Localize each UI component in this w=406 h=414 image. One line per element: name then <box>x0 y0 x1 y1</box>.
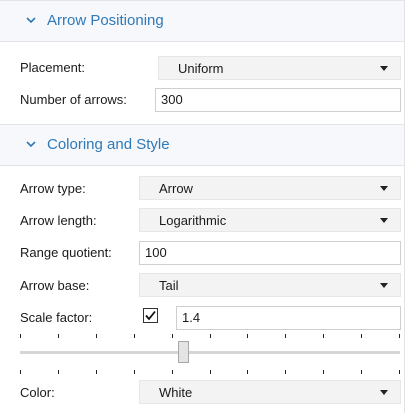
arrow-base-value: Tail <box>159 278 179 293</box>
section-title: Coloring and Style <box>47 136 170 153</box>
slider-tick <box>361 370 362 374</box>
range-quotient-label: Range quotient: <box>20 245 112 260</box>
number-of-arrows-input[interactable]: 300 <box>155 88 401 112</box>
slider-tick <box>20 334 21 338</box>
slider-tick <box>20 370 21 374</box>
chevron-down-icon <box>26 17 36 24</box>
arrow-length-value: Logarithmic <box>159 213 227 228</box>
arrow-base-dropdown[interactable]: Tail <box>139 273 401 297</box>
slider-tick <box>247 370 248 374</box>
slider-tick <box>285 370 286 374</box>
dropdown-arrow-icon <box>380 218 388 223</box>
placement-label: Placement: <box>20 60 86 75</box>
section-header-coloring-and-style[interactable]: Coloring and Style <box>0 124 404 166</box>
dropdown-arrow-icon <box>380 390 388 395</box>
dropdown-arrow-icon <box>380 66 388 71</box>
slider-tick <box>134 370 135 374</box>
slider-tick <box>323 370 324 374</box>
scale-factor-label: Scale factor: <box>20 310 93 325</box>
scale-slider-track[interactable] <box>20 351 400 354</box>
slider-tick <box>58 370 59 374</box>
section-header-arrow-positioning[interactable]: Arrow Positioning <box>0 0 404 42</box>
slider-tick <box>399 370 400 374</box>
range-quotient-input[interactable]: 100 <box>139 241 401 265</box>
slider-tick <box>210 370 211 374</box>
arrow-length-dropdown[interactable]: Logarithmic <box>139 208 401 232</box>
slider-tick <box>210 334 211 338</box>
slider-tick <box>172 334 173 338</box>
scale-factor-input[interactable]: 1.4 <box>176 306 401 330</box>
chevron-down-icon <box>26 141 36 148</box>
slider-tick <box>399 334 400 338</box>
number-of-arrows-label: Number of arrows: <box>20 92 127 107</box>
color-value: White <box>159 385 193 400</box>
arrow-type-value: Arrow <box>159 181 193 196</box>
slider-tick <box>96 334 97 338</box>
slider-ticks-top <box>20 334 400 339</box>
dropdown-arrow-icon <box>380 283 388 288</box>
settings-panel: Arrow Positioning Placement: Uniform Num… <box>0 0 405 413</box>
slider-tick <box>96 370 97 374</box>
scale-factor-checkbox[interactable] <box>143 308 158 323</box>
slider-tick <box>323 334 324 338</box>
placement-dropdown[interactable]: Uniform <box>158 56 401 80</box>
slider-tick <box>58 334 59 338</box>
slider-tick <box>361 334 362 338</box>
arrow-length-label: Arrow length: <box>20 213 97 228</box>
scale-slider-thumb[interactable] <box>178 341 190 363</box>
slider-tick <box>285 334 286 338</box>
color-label: Color: <box>20 385 55 400</box>
slider-ticks-bottom <box>20 370 400 375</box>
arrow-type-label: Arrow type: <box>20 181 86 196</box>
dropdown-arrow-icon <box>380 186 388 191</box>
arrow-type-dropdown[interactable]: Arrow <box>139 176 401 200</box>
section-title: Arrow Positioning <box>47 12 164 29</box>
checkmark-icon <box>145 310 156 321</box>
color-dropdown[interactable]: White <box>139 380 401 404</box>
placement-value: Uniform <box>178 61 224 76</box>
slider-tick <box>172 370 173 374</box>
arrow-base-label: Arrow base: <box>20 278 90 293</box>
slider-tick <box>247 334 248 338</box>
slider-tick <box>134 334 135 338</box>
